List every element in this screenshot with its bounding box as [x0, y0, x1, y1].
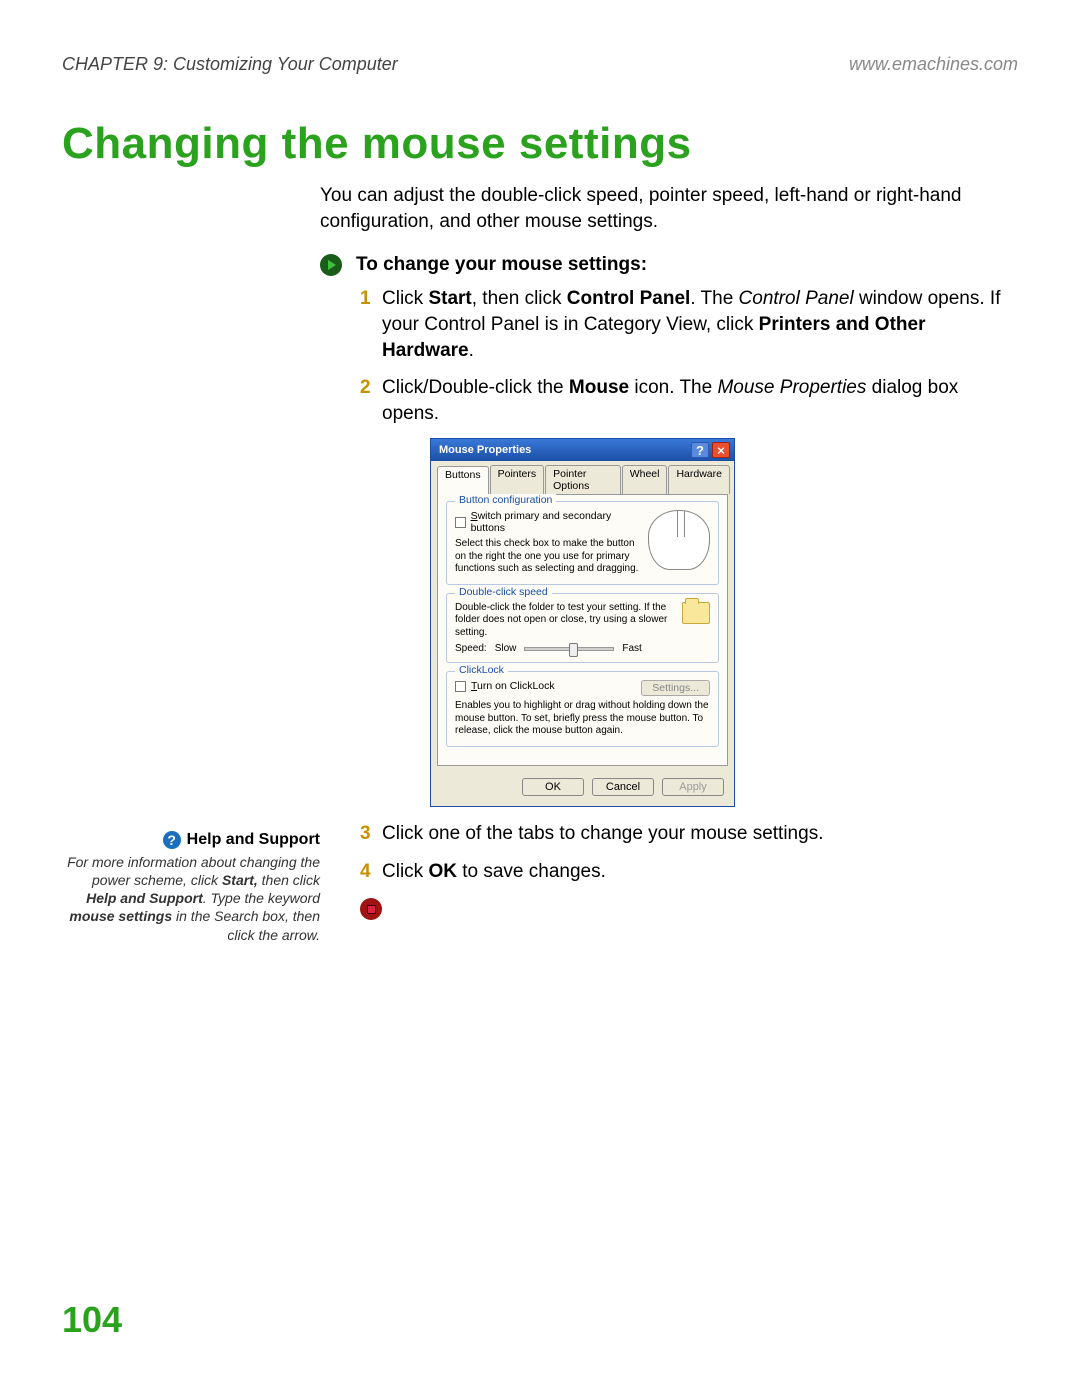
clicklock-settings-button: Settings... — [641, 680, 710, 696]
tab-wheel[interactable]: Wheel — [622, 465, 668, 494]
tab-hardware[interactable]: Hardware — [668, 465, 730, 494]
steps-list-cont: 3 Click one of the tabs to change your m… — [360, 821, 1018, 884]
group-button-config: Button configuration Switch primary and … — [446, 501, 719, 585]
step-number: 3 — [360, 821, 371, 847]
dialog-titlebar: Mouse Properties ? × — [431, 439, 734, 461]
speed-label: Speed: — [455, 643, 487, 654]
group-desc: Select this check box to make the button… — [455, 538, 640, 576]
speed-slider[interactable] — [524, 647, 614, 651]
tab-pointer-options[interactable]: Pointer Options — [545, 465, 621, 494]
help-icon[interactable]: ? — [691, 442, 709, 458]
checkbox-icon — [455, 681, 466, 692]
slider-thumb-icon — [569, 643, 578, 657]
dialog-button-row: OK Cancel Apply — [431, 772, 734, 806]
mouse-properties-dialog: Mouse Properties ? × Buttons Pointers Po… — [430, 438, 735, 807]
step-3: 3 Click one of the tabs to change your m… — [360, 821, 1018, 847]
chapter-label: CHAPTER 9: Customizing Your Computer — [62, 54, 398, 75]
close-icon[interactable]: × — [712, 442, 730, 458]
dialog-screenshot: Mouse Properties ? × Buttons Pointers Po… — [430, 438, 1080, 807]
procedure-heading-row: To change your mouse settings: — [320, 254, 1080, 276]
mouse-icon — [648, 510, 710, 570]
tab-buttons[interactable]: Buttons — [437, 466, 489, 495]
clicklock-checkbox[interactable]: Turn on ClickLock — [455, 680, 555, 692]
play-icon — [320, 254, 342, 276]
group-desc: Enables you to highlight or drag without… — [455, 700, 710, 738]
tab-body: Button configuration Switch primary and … — [437, 494, 728, 766]
step-number: 4 — [360, 859, 371, 885]
page-title: Changing the mouse settings — [62, 119, 1080, 169]
speed-slider-row: Speed: Slow Fast — [455, 643, 674, 654]
step-1: 1 Click Start, then click Control Panel.… — [360, 286, 1018, 363]
step-number: 2 — [360, 375, 371, 401]
folder-icon[interactable] — [682, 602, 710, 624]
help-heading: Help and Support — [187, 830, 320, 851]
group-clicklock: ClickLock Turn on ClickLock Settings... … — [446, 671, 719, 747]
question-icon: ? — [163, 831, 181, 849]
help-heading-row: ? Help and Support — [62, 830, 320, 851]
group-double-click: Double-click speed Double-click the fold… — [446, 593, 719, 664]
page-number: 104 — [62, 1299, 122, 1341]
dialog-title: Mouse Properties — [439, 444, 531, 456]
apply-button: Apply — [662, 778, 724, 796]
cancel-button[interactable]: Cancel — [592, 778, 654, 796]
fast-label: Fast — [622, 643, 641, 654]
group-title: Button configuration — [455, 494, 556, 506]
help-and-support-sidebar: ? Help and Support For more information … — [62, 830, 320, 944]
intro-text: You can adjust the double-click speed, p… — [320, 183, 1018, 234]
steps-list: 1 Click Start, then click Control Panel.… — [360, 286, 1018, 426]
step-2: 2 Click/Double-click the Mouse icon. The… — [360, 375, 1018, 426]
group-title: ClickLock — [455, 664, 508, 676]
ok-button[interactable]: OK — [522, 778, 584, 796]
slow-label: Slow — [495, 643, 517, 654]
group-desc: Double-click the folder to test your set… — [455, 602, 674, 640]
switch-buttons-checkbox[interactable]: Switch primary and secondary buttons — [455, 510, 640, 534]
tab-pointers[interactable]: Pointers — [490, 465, 545, 494]
group-title: Double-click speed — [455, 586, 552, 598]
page-header: CHAPTER 9: Customizing Your Computer www… — [0, 0, 1080, 75]
checkbox-icon — [455, 517, 466, 528]
help-body: For more information about changing the … — [62, 853, 320, 944]
procedure-heading: To change your mouse settings: — [356, 254, 647, 276]
stop-icon — [360, 898, 382, 920]
step-number: 1 — [360, 286, 371, 312]
site-url: www.emachines.com — [849, 54, 1018, 75]
step-4: 4 Click OK to save changes. — [360, 859, 1018, 885]
tabs-row: Buttons Pointers Pointer Options Wheel H… — [431, 461, 734, 494]
